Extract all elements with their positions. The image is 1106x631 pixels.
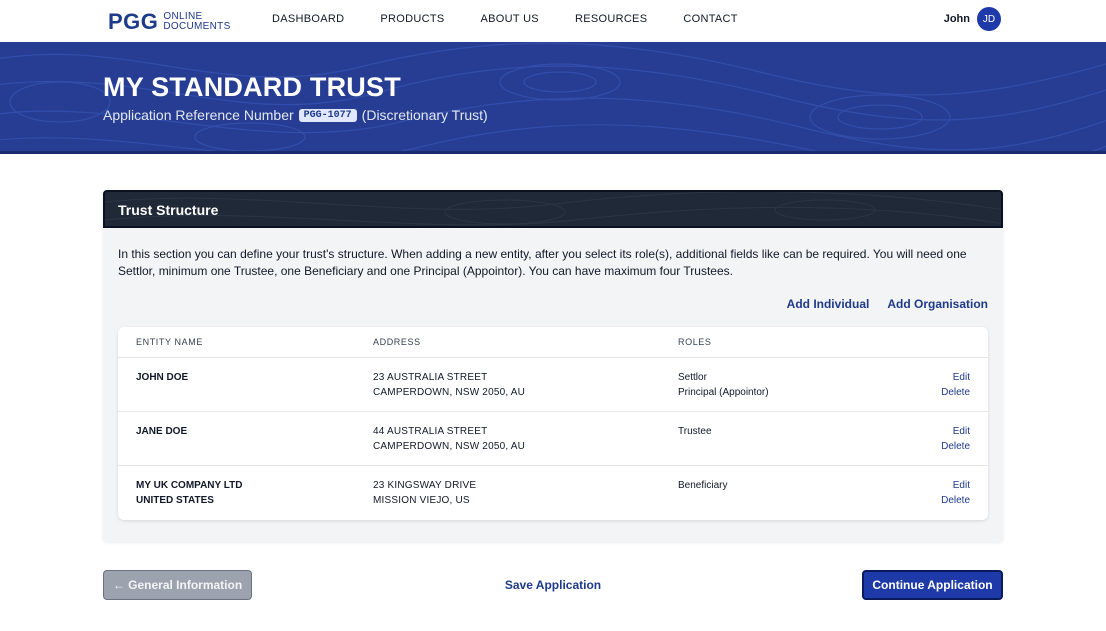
user-menu[interactable]: John JD [944, 7, 1001, 31]
edit-link[interactable]: Edit [941, 370, 970, 385]
entity-name-line: JOHN DOE [136, 372, 189, 383]
nav-link-contact[interactable]: CONTACT [683, 13, 737, 25]
delete-link[interactable]: Delete [941, 493, 970, 508]
add-individual-button[interactable]: Add Individual [787, 297, 870, 311]
hero-banner: MY STANDARD TRUST Application Reference … [0, 42, 1106, 154]
column-header-roles: ROLES [678, 337, 712, 347]
entity-roles: Beneficiary [678, 478, 727, 493]
back-to-general-information-button[interactable]: ← General Information [103, 570, 252, 600]
page-title: MY STANDARD TRUST [103, 72, 401, 102]
nav-link-dashboard[interactable]: DASHBOARD [272, 13, 344, 25]
save-application-button[interactable]: Save Application [490, 578, 616, 592]
user-name: John [943, 13, 970, 25]
entity-name-line: MY UK COMPANY LTD [136, 480, 243, 491]
header-pattern [105, 192, 1001, 226]
table-row: JANE DOE 44 AUSTRALIA STREET CAMPERDOWN,… [118, 412, 988, 466]
card-header: Trust Structure [103, 190, 1003, 228]
section-description: In this section you can define your trus… [118, 247, 967, 278]
trust-type: (Discretionary Trust) [361, 107, 488, 123]
nav-links: DASHBOARD PRODUCTS ABOUT US RESOURCES CO… [272, 13, 774, 25]
role-label: Principal (Appointor) [678, 387, 769, 398]
entity-name-line: JANE DOE [136, 426, 188, 437]
column-header-address: ADDRESS [373, 337, 421, 347]
nav-link-resources[interactable]: RESOURCES [575, 13, 647, 25]
reference-label: Application Reference Number [103, 107, 294, 123]
address-line: 23 KINGSWAY DRIVE [373, 480, 477, 491]
entity-name: JANE DOE [136, 424, 187, 439]
row-actions: Edit Delete [941, 370, 970, 400]
nav-link-about-us[interactable]: ABOUT US [481, 13, 539, 25]
edit-link[interactable]: Edit [941, 424, 970, 439]
entity-name-line: UNITED STATES [136, 495, 214, 506]
row-actions: Edit Delete [941, 478, 970, 508]
entity-address: 44 AUSTRALIA STREET CAMPERDOWN, NSW 2050… [373, 424, 525, 454]
nav-link-products[interactable]: PRODUCTS [380, 13, 444, 25]
row-actions: Edit Delete [941, 424, 970, 454]
entity-name: JOHN DOE [136, 370, 188, 385]
reference-line: Application Reference Number PGG-1077 (D… [103, 107, 488, 123]
entity-address: 23 KINGSWAY DRIVE MISSION VIEJO, US [373, 478, 476, 508]
logo[interactable]: PGG ONLINE DOCUMENTS [108, 9, 231, 35]
entities-table: ENTITY NAME ADDRESS ROLES JOHN DOE 23 AU… [118, 327, 988, 520]
table-row: MY UK COMPANY LTD UNITED STATES 23 KINGS… [118, 466, 988, 520]
add-organisation-button[interactable]: Add Organisation [887, 297, 988, 311]
continue-application-button[interactable]: Continue Application [862, 570, 1003, 600]
table-row: JOHN DOE 23 AUSTRALIA STREET CAMPERDOWN,… [118, 358, 988, 412]
delete-link[interactable]: Delete [941, 385, 970, 400]
entity-roles: Trustee [678, 424, 712, 439]
section-title: Trust Structure [118, 202, 219, 218]
address-line: CAMPERDOWN, NSW 2050, AU [373, 387, 526, 398]
entity-address: 23 AUSTRALIA STREET CAMPERDOWN, NSW 2050… [373, 370, 525, 400]
logo-mark: PGG [108, 9, 159, 34]
role-label: Trustee [678, 426, 712, 437]
edit-link[interactable]: Edit [941, 478, 970, 493]
address-line: 23 AUSTRALIA STREET [373, 372, 488, 383]
delete-link[interactable]: Delete [941, 439, 970, 454]
logo-subtitle-line-2: DOCUMENTS [163, 21, 231, 32]
add-entity-actions: Add Individual Add Organisation [769, 297, 988, 311]
entity-name: MY UK COMPANY LTD UNITED STATES [136, 478, 242, 508]
entity-roles: Settlor Principal (Appointor) [678, 370, 769, 400]
address-line: MISSION VIEJO, US [373, 495, 470, 506]
top-navbar: PGG ONLINE DOCUMENTS DASHBOARD PRODUCTS … [0, 0, 1106, 42]
column-header-entity-name: ENTITY NAME [136, 337, 203, 347]
reference-number-badge: PGG-1077 [298, 108, 357, 122]
role-label: Settlor [678, 372, 707, 383]
address-line: 44 AUSTRALIA STREET [373, 426, 488, 437]
table-header: ENTITY NAME ADDRESS ROLES [118, 327, 988, 358]
role-label: Beneficiary [678, 480, 728, 491]
address-line: CAMPERDOWN, NSW 2050, AU [373, 441, 526, 452]
avatar[interactable]: JD [977, 7, 1001, 31]
logo-subtitle: ONLINE DOCUMENTS [163, 12, 230, 32]
trust-structure-card: Trust Structure In this section you can … [103, 190, 1003, 542]
